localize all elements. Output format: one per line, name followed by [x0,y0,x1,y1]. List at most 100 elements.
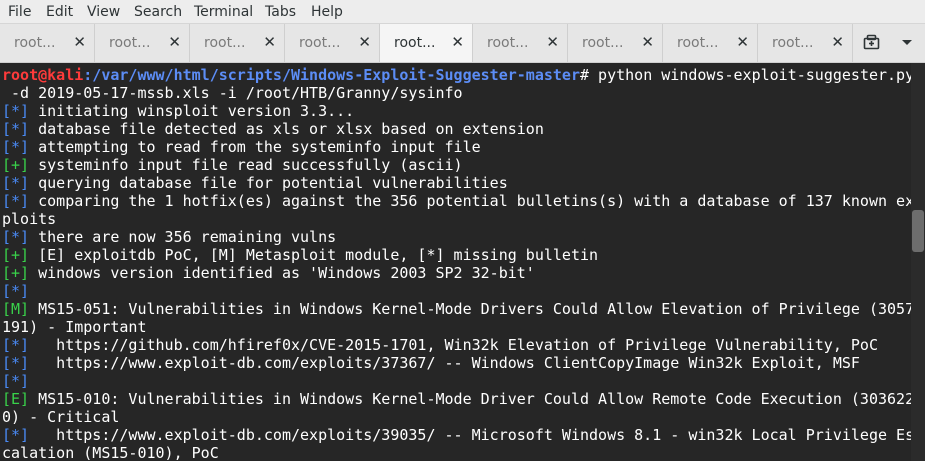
menu-terminal[interactable]: Terminal [194,3,253,21]
output-text: [E] exploitdb PoC, [M] Metasploit module… [29,246,599,264]
output-text: https://github.com/hfiref0x/CVE-2015-170… [29,336,878,354]
tab-label: root... [772,35,814,51]
tab-5-active[interactable]: root... ✕ [380,24,473,62]
output-text: 0) - Critical [2,408,120,426]
output-text: database file detected as xls or xlsx ba… [29,120,544,138]
output-text: windows version identified as 'Windows 2… [29,264,535,282]
output-line: -d 2019-05-17-mssb.xls -i /root/HTB/Gran… [2,84,463,102]
output-text: MS15-051: Vulnerabilities in Windows Ker… [29,300,911,318]
output-line: [*] there are now 356 remaining vulns [2,228,336,246]
close-icon[interactable]: ✕ [73,33,86,51]
output-line: [+] systeminfo input file read successfu… [2,156,463,174]
close-icon[interactable]: ✕ [831,33,844,51]
menu-search[interactable]: Search [134,3,182,21]
close-icon[interactable]: ✕ [358,33,371,51]
output-line: [*] querying database file for potential… [2,174,508,192]
output-text: systeminfo input file read successfully … [29,156,463,174]
output-text: attempting to read from the systeminfo i… [29,138,481,156]
menu-help[interactable]: Help [311,3,343,21]
output-line: 191) - Important [2,318,147,336]
close-icon[interactable]: ✕ [641,33,654,51]
tab-9[interactable]: root... ✕ [758,24,853,62]
menu-view[interactable]: View [87,3,120,21]
output-text: initiating winsploit version 3.3... [29,102,355,120]
output-text: https://www.exploit-db.com/exploits/3903… [29,426,911,444]
output-line: [*] initiating winsploit version 3.3... [2,102,354,120]
status-tag: [E] [2,390,30,408]
tab-bar: root... ✕ root... ✕ root... ✕ root... ✕ … [0,24,925,63]
status-tag: [*] [2,102,30,120]
status-tag: [*] [2,426,30,444]
terminal-output[interactable]: root@kali:/var/www/html/scripts/Windows-… [0,63,911,461]
tab-label: root... [204,35,246,51]
status-tag: [+] [2,156,30,174]
output-text: querying database file for potential vul… [29,174,508,192]
menu-bar: File Edit View Search Terminal Tabs Help [0,0,925,24]
output-line: [*] [2,372,29,390]
output-line: [*] database file detected as xls or xls… [2,120,544,138]
output-text: calation (MS15-010), PoC [2,444,219,461]
output-line: [M] MS15-051: Vulnerabilities in Windows… [2,300,911,318]
status-tag: [*] [2,192,30,210]
scrollbar-track[interactable] [911,63,925,461]
menu-tabs[interactable]: Tabs [265,3,296,21]
status-tag: [*] [2,372,30,390]
tab-3[interactable]: root... ✕ [190,24,285,62]
menu-edit[interactable]: Edit [46,3,73,21]
tab-label: root... [582,35,624,51]
tab-label: root... [14,35,56,51]
close-icon[interactable]: ✕ [168,33,181,51]
tab-label: root... [109,35,151,51]
tab-label: root... [487,35,529,51]
output-line: [+] windows version identified as 'Windo… [2,264,535,282]
status-tag: [*] [2,174,30,192]
output-text: MS15-010: Vulnerabilities in Windows Ker… [29,390,911,408]
output-text: 191) - Important [2,318,147,336]
output-line: [*] https://www.exploit-db.com/exploits/… [2,354,860,372]
status-tag: [*] [2,336,30,354]
status-tag: [*] [2,228,30,246]
command-text: python windows-exploit-suggester.py [589,66,911,84]
output-line: [*] attempting to read from the systemin… [2,138,481,156]
tab-4[interactable]: root... ✕ [285,24,380,62]
status-tag: [*] [2,354,30,372]
output-text: comparing the 1 hotfix(es) against the 3… [29,192,911,210]
close-icon[interactable]: ✕ [736,33,749,51]
menu-file[interactable]: File [8,3,31,21]
tab-label: root... [394,35,436,51]
output-line: 0) - Critical [2,408,119,426]
output-line: [*] https://github.com/hfiref0x/CVE-2015… [2,336,878,354]
tab-2[interactable]: root... ✕ [95,24,190,62]
output-line: [+] [E] exploitdb PoC, [M] Metasploit mo… [2,246,598,264]
close-icon[interactable]: ✕ [263,33,276,51]
tab-6[interactable]: root... ✕ [473,24,568,62]
status-tag: [+] [2,246,30,264]
output-line: [*] https://www.exploit-db.com/exploits/… [2,426,911,444]
prompt-path: :/var/www/html/scripts/Windows-Exploit-S… [83,66,580,84]
status-tag: [M] [2,300,30,318]
tab-1[interactable]: root... ✕ [0,24,95,62]
status-tag: [*] [2,120,30,138]
close-icon[interactable]: ✕ [451,33,464,51]
new-tab-icon[interactable] [863,34,880,54]
output-line: [*] [2,282,29,300]
output-line: [*] comparing the 1 hotfix(es) against t… [2,192,911,210]
status-tag: [*] [2,138,30,156]
output-text: -d 2019-05-17-mssb.xls -i /root/HTB/Gran… [2,84,463,102]
status-tag: [*] [2,282,30,300]
prompt-user: root@kali [2,66,84,84]
output-line: ploits [2,210,56,228]
prompt-symbol: # [579,66,590,84]
scrollbar-thumb[interactable] [912,210,924,252]
chevron-down-icon[interactable] [901,34,913,54]
output-line: calation (MS15-010), PoC [2,444,219,461]
close-icon[interactable]: ✕ [546,33,559,51]
status-tag: [+] [2,264,30,282]
tab-7[interactable]: root... ✕ [568,24,663,62]
tab-8[interactable]: root... ✕ [663,24,758,62]
output-text: ploits [2,210,57,228]
output-text: https://www.exploit-db.com/exploits/3736… [29,354,860,372]
tab-label: root... [677,35,719,51]
tab-label: root... [299,35,341,51]
prompt-line: root@kali:/var/www/html/scripts/Windows-… [2,66,911,84]
